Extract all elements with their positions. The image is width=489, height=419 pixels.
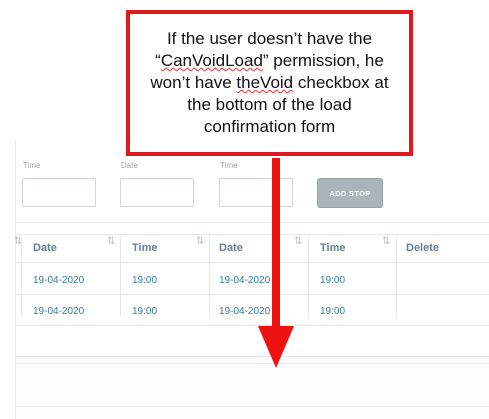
arrow-head <box>258 326 294 368</box>
annotation-arrow-icon <box>258 158 294 368</box>
